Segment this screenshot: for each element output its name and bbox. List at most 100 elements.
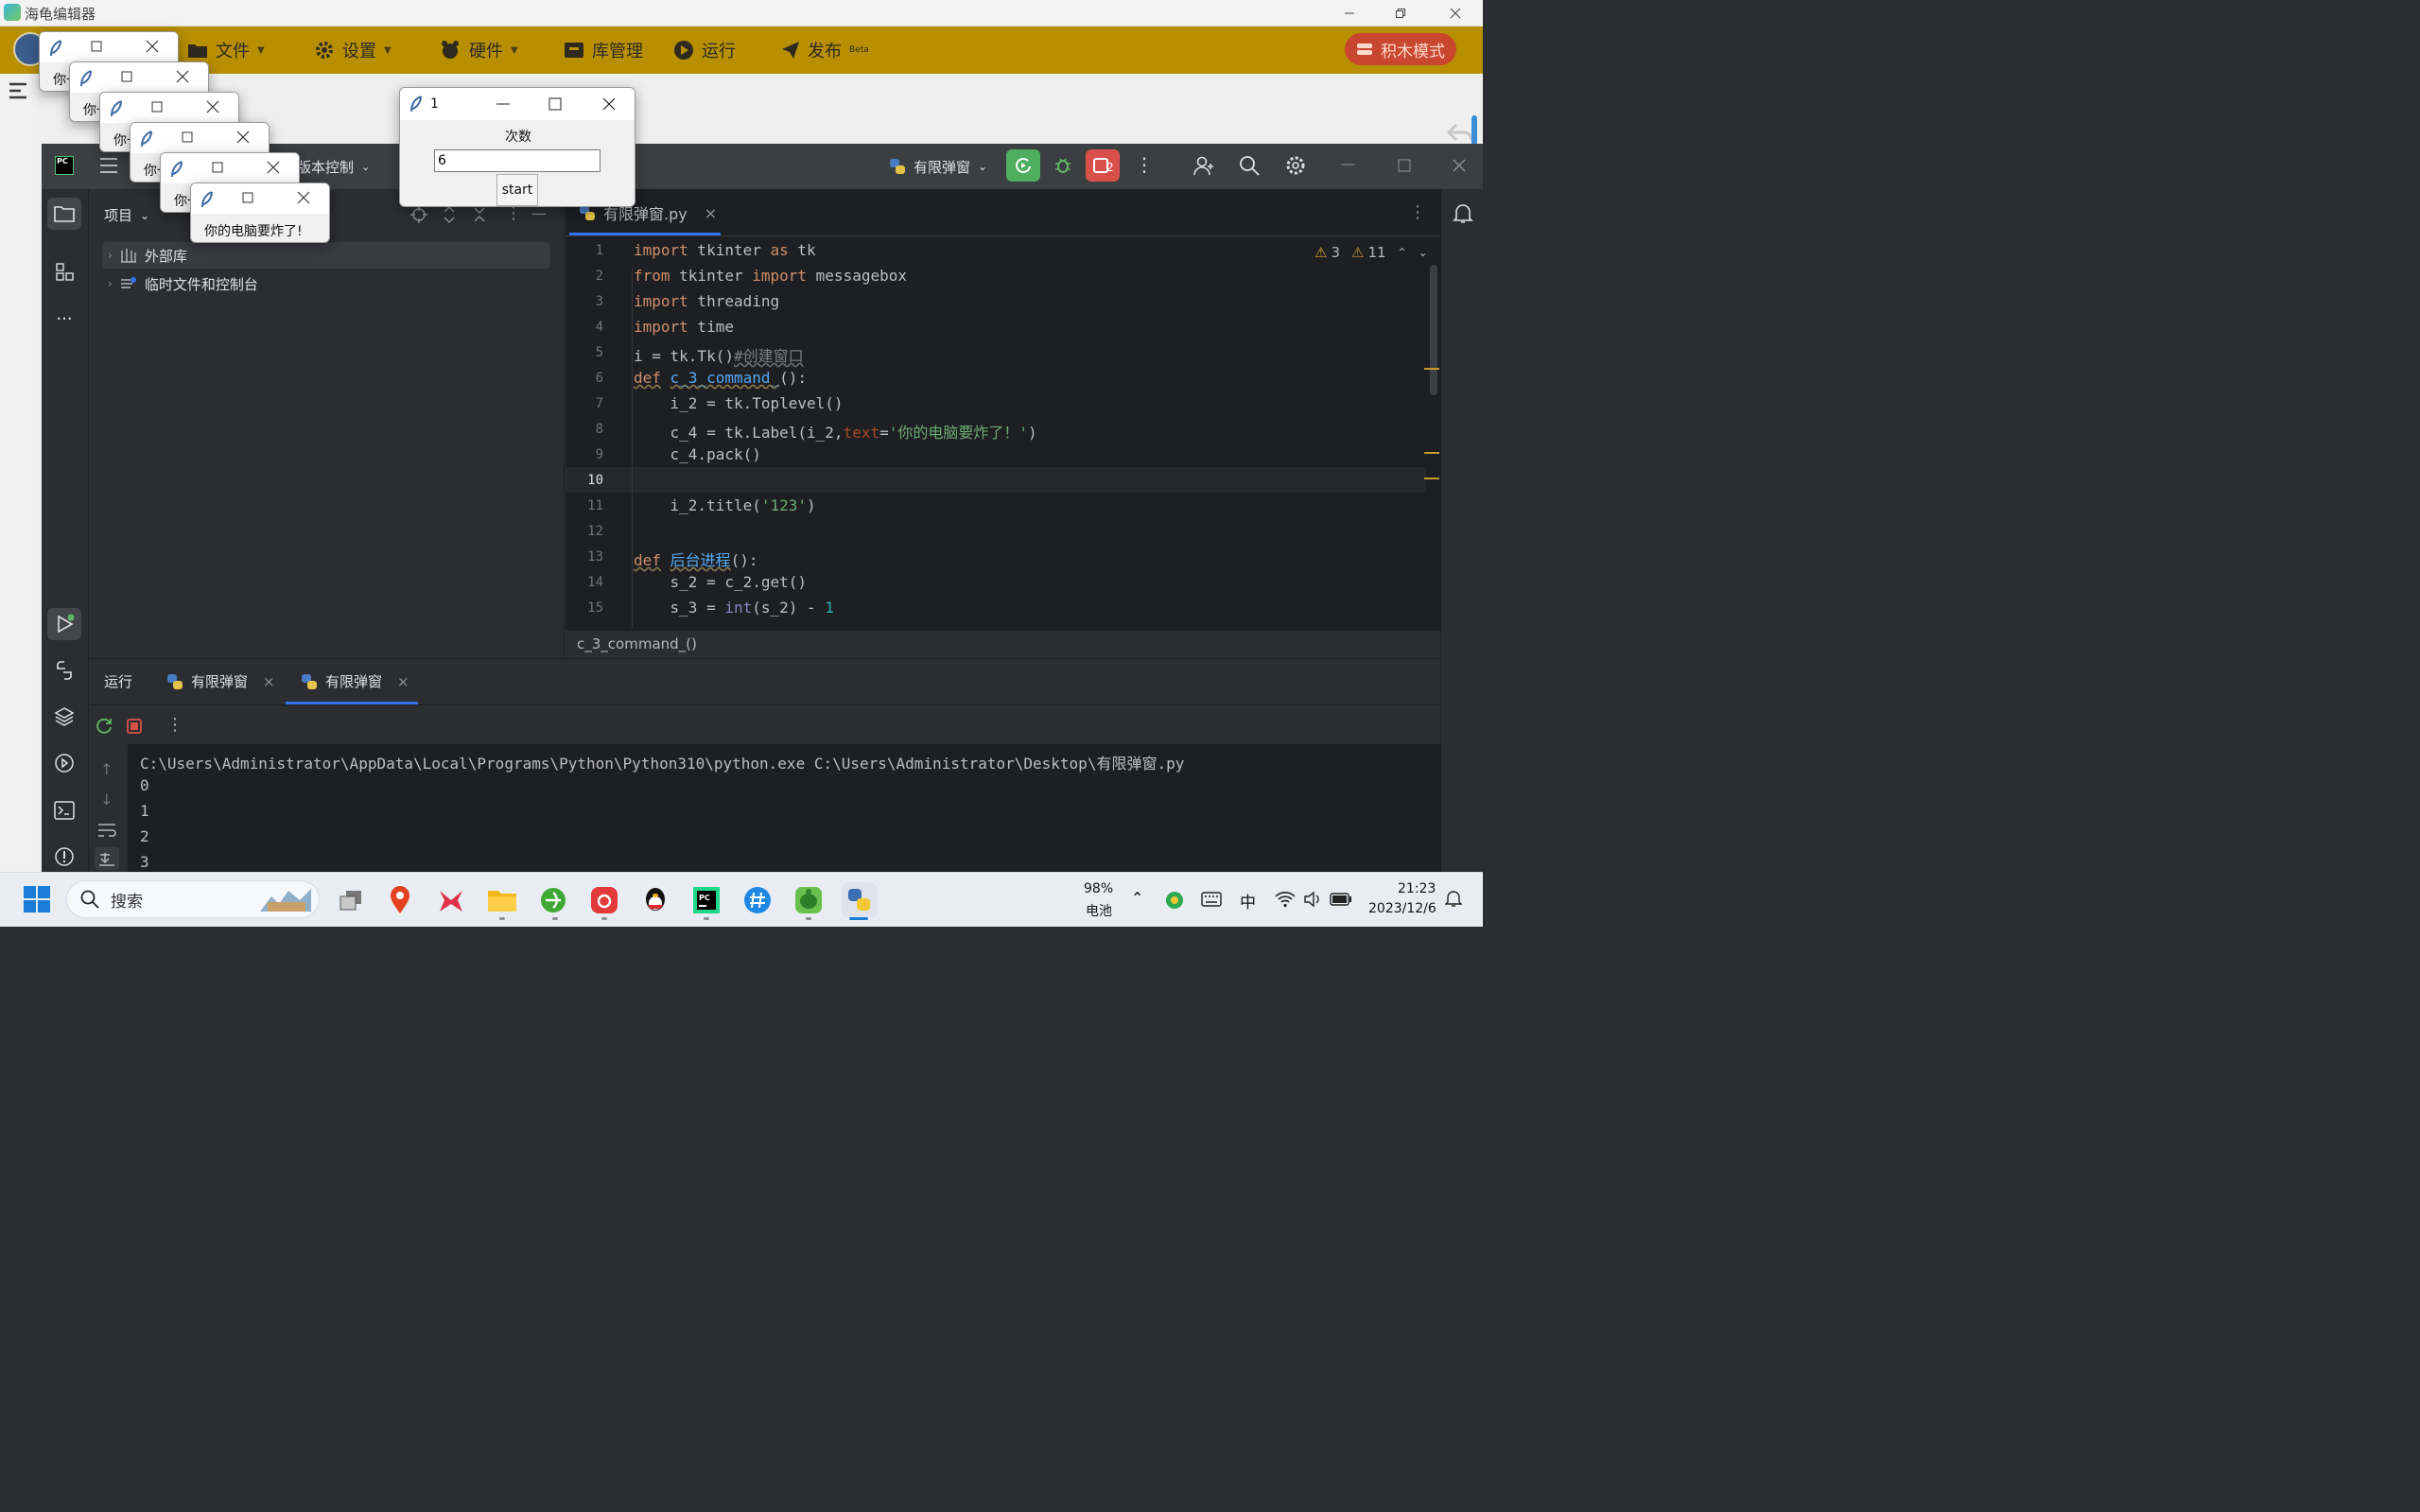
taskbar-app-qq[interactable] (637, 882, 673, 918)
close-icon[interactable] (236, 130, 250, 144)
close-tab-icon[interactable]: × (705, 204, 717, 222)
tk-popup-titlebar[interactable] (131, 123, 269, 153)
next-highlight-icon[interactable]: ⌄ (1419, 246, 1428, 259)
layers-tool-button[interactable] (47, 701, 81, 733)
pycharm-maximize-icon[interactable] (1398, 159, 1411, 172)
menu-run[interactable]: 运行 (673, 36, 736, 64)
editor-breadcrumb[interactable]: c_3_command_() (566, 630, 1440, 657)
previous-highlight-icon[interactable]: ⌃ (1398, 246, 1407, 259)
warning-stripe[interactable] (1424, 368, 1439, 370)
close-tab-icon[interactable]: × (263, 673, 275, 690)
taskbar-app-pycharm[interactable]: PC (688, 882, 724, 918)
restore-icon[interactable] (1375, 0, 1426, 26)
inspection-widget[interactable]: ⚠ 3 ⚠ 11 ⌃ ⌄ (1314, 244, 1428, 261)
close-tab-icon[interactable]: × (397, 673, 409, 690)
maximize-icon[interactable] (242, 192, 253, 203)
vcs-widget[interactable]: 版本控制 ⌄ (297, 157, 370, 177)
soft-wrap-icon[interactable] (96, 822, 117, 839)
tk-popup-titlebar[interactable] (100, 93, 238, 123)
maximize-icon[interactable] (182, 131, 193, 143)
more-options-icon[interactable]: ⋮ (1135, 153, 1154, 176)
run-tab-2[interactable]: 有限弹窗 × (301, 671, 409, 691)
minimize-icon[interactable] (496, 103, 510, 105)
scroll-up-icon[interactable]: ↑ (100, 760, 113, 778)
ime-indicator[interactable]: 中 (1240, 889, 1256, 912)
problems-tool-button[interactable] (47, 841, 81, 873)
project-panel-title[interactable]: 项目 ⌄ (104, 205, 149, 225)
pycharm-close-icon[interactable] (1453, 159, 1466, 172)
tk-popup-titlebar[interactable] (161, 153, 299, 183)
tk-main-titlebar[interactable]: 1 (400, 88, 635, 120)
taskbar-app-haigui[interactable] (791, 882, 827, 918)
notifications-bell-icon[interactable] (1445, 889, 1462, 908)
maximize-icon[interactable] (151, 101, 163, 113)
menu-hardware[interactable]: 硬件 ▼ (439, 36, 518, 64)
close-icon[interactable] (146, 40, 159, 53)
taskbar-app-netease-music[interactable] (586, 882, 622, 918)
tk-popup-titlebar[interactable] (70, 62, 208, 93)
tk-main-window[interactable]: 1 次数 start (399, 87, 635, 207)
count-input[interactable] (434, 149, 601, 172)
taskbar-app-browser[interactable] (535, 882, 571, 918)
maximize-icon[interactable] (212, 162, 223, 173)
warning-stripe[interactable] (1424, 452, 1439, 454)
terminal-tool-button[interactable] (47, 794, 81, 826)
menu-publish[interactable]: 发布 Beta (781, 36, 869, 64)
windows-start-icon[interactable] (23, 885, 51, 913)
maximize-icon[interactable] (91, 41, 102, 52)
stop-button[interactable]: 2 (1086, 149, 1120, 182)
minimize-icon[interactable] (1324, 0, 1375, 26)
services-tool-button[interactable] (47, 747, 81, 779)
close-icon[interactable] (176, 70, 189, 83)
collapse-all-icon[interactable] (473, 206, 486, 223)
taskbar-app-hashtag[interactable] (740, 882, 775, 918)
menu-settings[interactable]: 设置 ▼ (314, 36, 392, 64)
volume-icon[interactable] (1303, 891, 1322, 908)
close-icon[interactable] (267, 161, 280, 174)
wifi-icon[interactable] (1275, 891, 1296, 908)
taskbar-task-view[interactable] (333, 882, 369, 918)
notifications-bell-icon[interactable] (1453, 202, 1473, 225)
project-tool-button[interactable] (47, 198, 81, 230)
scroll-down-icon[interactable]: ↓ (100, 791, 113, 808)
add-user-icon[interactable] (1193, 155, 1216, 176)
tray-app-icon[interactable] (1165, 891, 1184, 910)
expand-all-icon[interactable] (443, 206, 456, 223)
rerun-button[interactable] (1006, 149, 1040, 182)
structure-tool-button[interactable] (47, 255, 81, 287)
menu-collapse-icon[interactable] (8, 81, 28, 100)
show-hidden-icons-chevron-icon[interactable]: ⌃ (1131, 889, 1143, 907)
close-icon[interactable] (206, 100, 219, 113)
hamburger-menu-icon[interactable] (98, 156, 119, 175)
close-icon[interactable] (602, 97, 616, 111)
block-mode-button[interactable]: 积木模式 (1345, 33, 1456, 65)
clock-time[interactable]: 21:23 (1398, 881, 1436, 896)
tree-item-scratches[interactable]: › 临时文件和控制台 (102, 270, 550, 297)
tk-popup-titlebar[interactable] (40, 32, 178, 62)
rerun-icon[interactable] (95, 717, 113, 736)
settings-gear-icon[interactable] (1284, 154, 1307, 177)
run-tool-button[interactable] (47, 608, 81, 640)
start-button[interactable]: start (496, 174, 538, 206)
tk-popup-titlebar[interactable] (191, 183, 329, 214)
undo-icon[interactable] (1447, 121, 1473, 144)
python-packages-button[interactable] (47, 654, 81, 686)
run-config-selector[interactable]: 有限弹窗 ⌄ (889, 154, 987, 179)
close-icon[interactable] (297, 191, 310, 204)
search-icon[interactable] (1239, 155, 1262, 176)
tree-item-external-libs[interactable]: › 外部库 (102, 242, 550, 269)
taskbar-search-box[interactable]: 搜索 (66, 880, 320, 918)
scroll-to-end-button[interactable] (95, 847, 119, 870)
maximize-icon[interactable] (121, 71, 132, 82)
menu-file[interactable]: 文件 ▼ (187, 36, 265, 64)
maximize-icon[interactable] (548, 97, 562, 111)
taskbar-app-python-active[interactable] (842, 882, 878, 918)
editor-options-icon[interactable]: ⋮ (1409, 202, 1426, 222)
taskbar-app-xmind[interactable] (433, 882, 469, 918)
clock-date[interactable]: 2023/12/6 (1368, 901, 1436, 916)
run-tab-1[interactable]: 有限弹窗 × (166, 671, 275, 691)
taskbar-app-maps[interactable] (382, 882, 418, 918)
pycharm-minimize-icon[interactable]: — (1341, 155, 1355, 172)
battery-icon[interactable] (1330, 893, 1352, 906)
keyboard-icon[interactable] (1201, 892, 1222, 907)
